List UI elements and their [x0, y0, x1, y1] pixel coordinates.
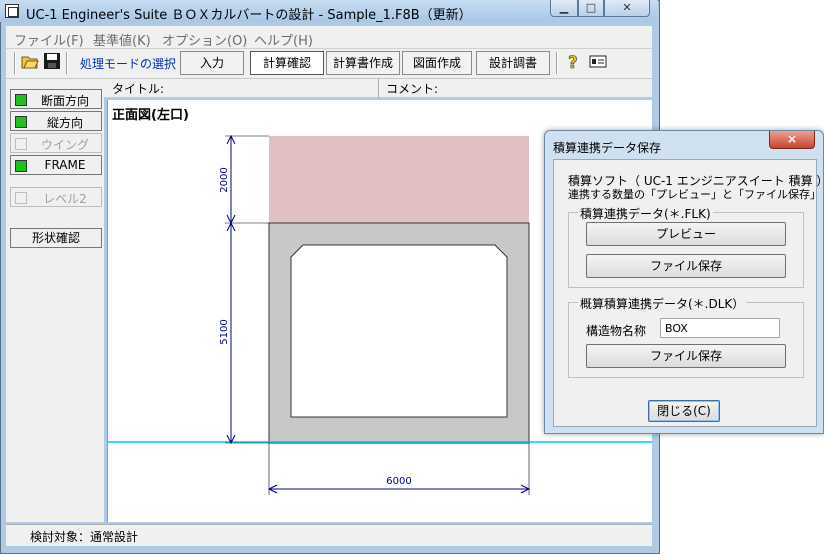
menu-file[interactable]: ファイル(F) — [14, 30, 84, 49]
close-window-button[interactable]: ✕ — [604, 0, 650, 17]
rough-file-save-button[interactable]: ファイル保存 — [586, 344, 786, 368]
tab-drawing[interactable]: 図面作成 — [402, 51, 472, 75]
close-button[interactable]: 閉じる(C) — [648, 400, 720, 422]
group-rough-estimate-link-title: 概算積算連携データ(＊.DLK） — [578, 295, 747, 312]
status-lamp-icon — [15, 192, 27, 204]
fill-layer — [269, 136, 529, 223]
toolbar-separator — [66, 52, 68, 74]
preview-button[interactable]: プレビュー — [586, 222, 786, 246]
save-icon[interactable] — [42, 52, 62, 72]
struct-name-input[interactable] — [660, 318, 780, 338]
title-label: タイトル: — [112, 82, 165, 96]
status-text: 検討対象：通常設計 — [30, 530, 139, 544]
shape-check-button[interactable]: 形状確認 — [10, 228, 102, 248]
dim-height-label: 5100 — [219, 319, 230, 344]
comment-label: コメント: — [386, 82, 439, 96]
group-estimate-link-title: 積算連携データ(＊.FLK) — [578, 205, 713, 222]
open-folder-icon[interactable] — [20, 52, 40, 72]
infobar-divider — [378, 78, 379, 98]
dim-top-label: 2000 — [219, 167, 230, 192]
export-dialog: 積算連携データ保存 × 積算ソフト（ UC-1 エンジニアスイート 積算 ）へ … — [544, 130, 824, 434]
menu-standards[interactable]: 基準値(K) — [93, 30, 151, 49]
box-inner-opening — [290, 244, 508, 418]
toolbar-grip — [14, 52, 16, 74]
dialog-title: 積算連携データ保存 — [553, 141, 662, 155]
struct-name-label: 構造物名称 — [586, 324, 647, 338]
info-card-icon[interactable] — [588, 52, 608, 72]
side-button-frame[interactable]: FRAME — [10, 155, 102, 175]
tab-design-sheet[interactable]: 設計調書 — [476, 51, 550, 75]
dialog-body: 積算ソフト（ UC-1 エンジニアスイート 積算 ）へ 連携する数量の「プレビュ… — [553, 159, 824, 427]
window-title: UC-1 Engineer's Suite ＢＯＸカルバートの設計 - Samp… — [26, 8, 472, 23]
side-button-cross-section[interactable]: 断面方向 — [10, 89, 102, 109]
description-line-2: 連携する数量の「プレビュー」と「ファイル保存」 — [568, 188, 821, 201]
maximize-button[interactable]: □ — [578, 0, 604, 17]
tab-report[interactable]: 計算書作成 — [326, 51, 400, 75]
dim-width-label: 6000 — [386, 476, 411, 487]
menu-options[interactable]: オプション(O) — [162, 30, 247, 49]
svg-text:?: ? — [568, 53, 578, 72]
tab-calc-check[interactable]: 計算確認 — [250, 51, 324, 75]
status-lamp-icon — [15, 94, 27, 106]
menu-help[interactable]: ヘルプ(H) — [254, 30, 313, 49]
dialog-close-icon[interactable]: × — [769, 131, 815, 149]
status-lamp-icon — [15, 138, 27, 150]
help-question-icon[interactable]: ? — [564, 52, 584, 74]
status-lamp-icon — [15, 116, 27, 128]
tab-input[interactable]: 入力 — [180, 51, 244, 75]
status-lamp-icon — [15, 160, 27, 172]
side-button-level2: レベル2 — [10, 187, 102, 207]
file-save-button[interactable]: ファイル保存 — [586, 254, 786, 278]
app-icon[interactable] — [5, 4, 19, 18]
minimize-button[interactable]: ▁ — [550, 0, 578, 17]
mode-select-label: 処理モードの選択 — [80, 57, 177, 71]
side-button-longitudinal[interactable]: 縦方向 — [10, 111, 102, 131]
toolbar-separator — [556, 52, 558, 74]
side-button-wing: ウイング — [10, 133, 102, 153]
